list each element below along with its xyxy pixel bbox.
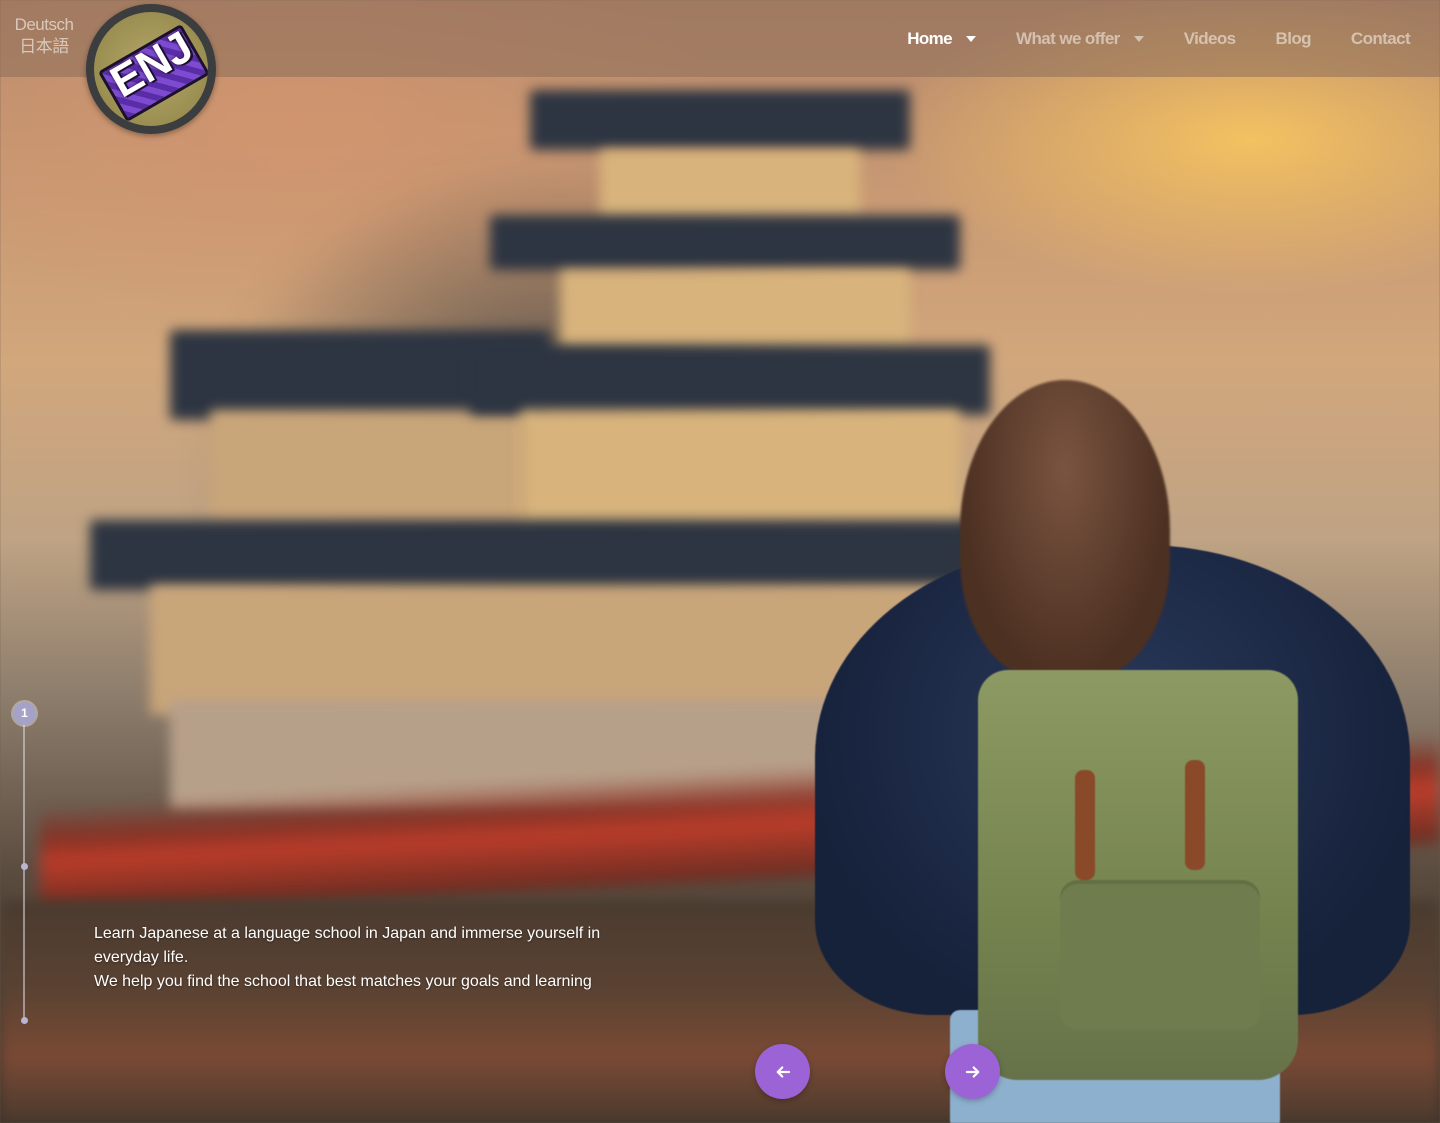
slide-indicator-active[interactable]: 1 bbox=[13, 702, 36, 725]
castle-roof-top bbox=[530, 90, 910, 150]
arrow-right-icon bbox=[965, 1065, 979, 1078]
nav-item-label: What we offer bbox=[1016, 28, 1120, 48]
caret-down-icon[interactable] bbox=[1133, 35, 1144, 42]
language-option-japanese[interactable]: 日本語 bbox=[0, 36, 88, 58]
slide-caption: Learn Japanese at a language school in J… bbox=[94, 922, 624, 990]
nav-item-label: Blog bbox=[1275, 28, 1312, 48]
language-switcher: Deutsch 日本語 bbox=[0, 14, 88, 58]
nav-item-home[interactable]: Home bbox=[907, 28, 977, 49]
person-hair bbox=[960, 380, 1170, 680]
slide-indicator-2[interactable] bbox=[21, 863, 28, 870]
castle-wall-top bbox=[600, 150, 860, 220]
nav-item-label: Home bbox=[907, 28, 953, 48]
arrow-left-icon bbox=[776, 1065, 790, 1078]
nav-item-blog[interactable]: Blog bbox=[1275, 28, 1312, 49]
castle-wall-middle bbox=[520, 410, 960, 530]
slide-indicator-3[interactable] bbox=[21, 1017, 28, 1024]
castle-wall-upper bbox=[560, 270, 910, 350]
slider-pagination-track bbox=[23, 724, 25, 1020]
nav-item-what-we-offer[interactable]: What we offer bbox=[1016, 29, 1144, 49]
site-logo[interactable]: ENJ bbox=[86, 4, 216, 134]
slider-next-button[interactable] bbox=[945, 1044, 1000, 1099]
castle-roof-upper bbox=[490, 215, 960, 270]
nav-item-label: Videos bbox=[1183, 28, 1236, 48]
backpack-strap-left bbox=[1075, 770, 1095, 880]
nav-item-contact[interactable]: Contact bbox=[1350, 28, 1411, 49]
logo-badge: ENJ bbox=[94, 12, 208, 126]
backpack-strap-right bbox=[1185, 760, 1205, 870]
main-navigation: Home What we offer Videos Blog Contact bbox=[867, 0, 1410, 77]
caret-down-icon[interactable] bbox=[966, 35, 977, 42]
caption-line-1: Learn Japanese at a language school in J… bbox=[94, 925, 601, 966]
tower-wall-left bbox=[210, 410, 530, 530]
slider-prev-button[interactable] bbox=[755, 1044, 810, 1099]
language-option-deutsch[interactable]: Deutsch bbox=[0, 14, 88, 36]
castle-roof-lower bbox=[90, 520, 990, 590]
castle-roof-middle bbox=[470, 345, 990, 415]
nav-item-label: Contact bbox=[1350, 28, 1411, 48]
nav-item-videos[interactable]: Videos bbox=[1184, 29, 1236, 49]
caption-line-2: We help you find the school that best ma… bbox=[94, 973, 592, 990]
backpack-pocket bbox=[1060, 880, 1260, 1030]
